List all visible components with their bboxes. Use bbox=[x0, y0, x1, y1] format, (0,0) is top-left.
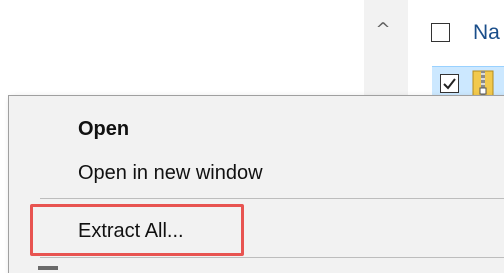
annotation-highlight-box bbox=[30, 204, 244, 256]
menu-item-fragment bbox=[38, 266, 58, 270]
menu-item-open[interactable]: Open bbox=[78, 119, 129, 139]
row-checkbox[interactable] bbox=[440, 74, 459, 93]
checkmark-icon bbox=[443, 78, 456, 90]
scroll-up-arrow-icon[interactable]: ^ bbox=[370, 20, 396, 40]
column-header-name[interactable]: Na bbox=[473, 21, 500, 45]
screenshot-canvas: ^ Na Open Open in new window Extract All… bbox=[0, 0, 504, 273]
menu-item-open-in-new-window[interactable]: Open in new window bbox=[78, 163, 263, 183]
menu-separator bbox=[40, 198, 504, 199]
menu-separator bbox=[40, 257, 504, 258]
select-all-checkbox[interactable] bbox=[431, 23, 450, 42]
